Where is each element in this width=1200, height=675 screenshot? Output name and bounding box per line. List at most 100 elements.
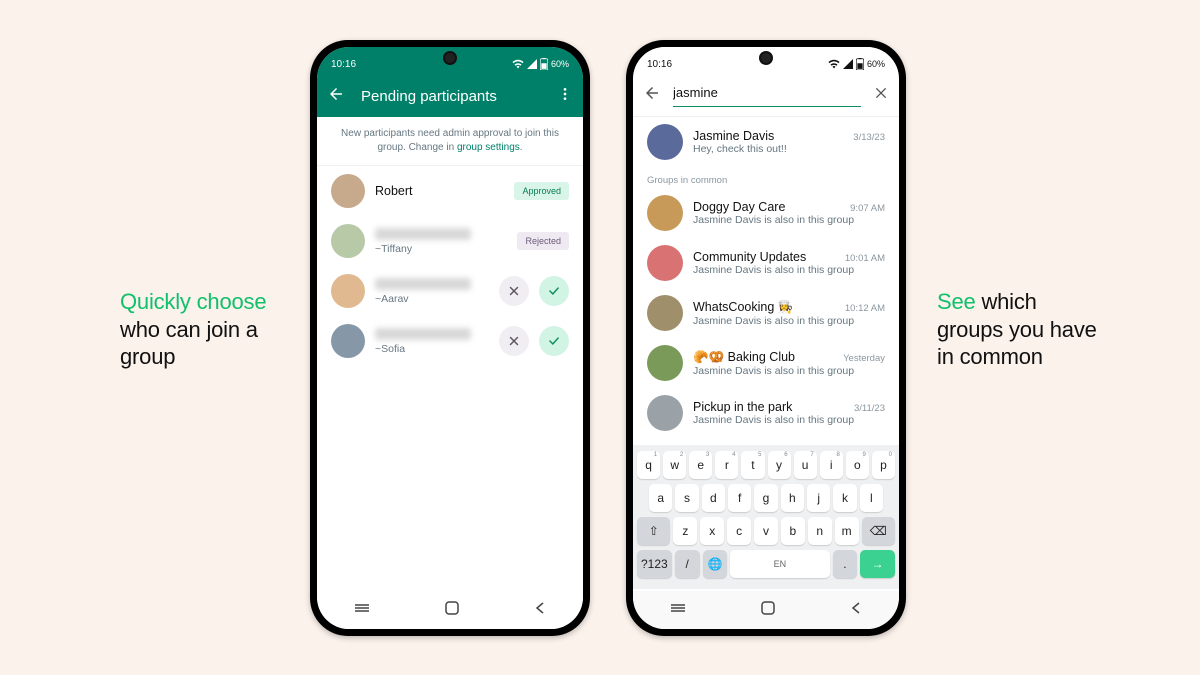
backspace-key[interactable]: ⌫ <box>862 517 895 545</box>
key-n[interactable]: n <box>808 517 832 545</box>
avatar <box>647 345 683 381</box>
home-button[interactable] <box>444 600 460 621</box>
recents-button[interactable] <box>669 601 687 620</box>
slash-key[interactable]: / <box>675 550 700 578</box>
key-s[interactable]: s <box>675 484 698 512</box>
group-result[interactable]: WhatsCooking 👩‍🍳 10:12 AMJasmine Davis is… <box>633 288 899 338</box>
key-c[interactable]: c <box>727 517 751 545</box>
key-m[interactable]: m <box>835 517 859 545</box>
group-name: Pickup in the park <box>693 400 792 414</box>
language-key[interactable]: 🌐 <box>703 550 728 578</box>
key-h[interactable]: h <box>781 484 804 512</box>
key-a[interactable]: a <box>649 484 672 512</box>
shift-key[interactable]: ⇧ <box>637 517 670 545</box>
key-f[interactable]: f <box>728 484 751 512</box>
appbar-title: Pending participants <box>361 88 557 105</box>
key-j[interactable]: j <box>807 484 830 512</box>
battery-icon <box>856 58 864 70</box>
keyboard: q1w2e3r4t5y6u7i8o9p0 asdfghjkl ⇧zxcvbnm⌫ ?1… <box>633 445 899 589</box>
battery-pct: 60% <box>551 59 569 69</box>
key-o[interactable]: o9 <box>846 451 869 479</box>
right-caption: See which groups you have in common <box>937 288 1097 371</box>
participant-row[interactable]: RobertApproved <box>317 166 583 216</box>
signal-icon <box>843 59 853 69</box>
participant-row[interactable]: ~Aarav <box>317 266 583 316</box>
status-icons: 60% <box>512 58 569 70</box>
key-z[interactable]: z <box>673 517 697 545</box>
avatar <box>647 295 683 331</box>
blurred-phone-number <box>375 328 471 340</box>
key-x[interactable]: x <box>700 517 724 545</box>
group-result[interactable]: Pickup in the park3/11/23Jasmine Davis i… <box>633 388 899 438</box>
app-bar: Pending participants <box>317 75 583 117</box>
key-q[interactable]: q1 <box>637 451 660 479</box>
participant-alias: ~Tiffany <box>375 243 507 255</box>
participant-row[interactable]: ~Sofia <box>317 316 583 366</box>
avatar <box>647 195 683 231</box>
back-icon[interactable] <box>327 85 345 108</box>
battery-pct: 60% <box>867 59 885 69</box>
symbols-key[interactable]: ?123 <box>637 550 672 578</box>
key-w[interactable]: w2 <box>663 451 686 479</box>
avatar <box>331 174 365 208</box>
reject-button[interactable] <box>499 276 529 306</box>
clear-search-icon[interactable] <box>873 85 889 106</box>
contact-name: Jasmine Davis <box>693 129 774 143</box>
key-y[interactable]: y6 <box>768 451 791 479</box>
key-g[interactable]: g <box>754 484 777 512</box>
group-subtitle: Jasmine Davis is also in this group <box>693 315 885 327</box>
key-r[interactable]: r4 <box>715 451 738 479</box>
group-time: 9:07 AM <box>850 203 885 214</box>
menu-icon[interactable] <box>557 86 573 107</box>
key-e[interactable]: e3 <box>689 451 712 479</box>
avatar <box>647 245 683 281</box>
key-t[interactable]: t5 <box>741 451 764 479</box>
recents-button[interactable] <box>353 601 371 620</box>
nav-back-button[interactable] <box>849 601 863 620</box>
left-caption-rest: who can join a group <box>120 317 258 370</box>
avatar <box>331 274 365 308</box>
group-result[interactable]: 🥐🥨 Baking ClubYesterdayJasmine Davis is … <box>633 338 899 388</box>
right-caption-accent: See <box>937 289 976 314</box>
participant-alias: ~Aarav <box>375 293 489 305</box>
key-u[interactable]: u7 <box>794 451 817 479</box>
search-back-icon[interactable] <box>643 84 661 107</box>
dot-key[interactable]: . <box>833 550 858 578</box>
phone-search-groups: 10:16 60% Jasm <box>626 40 906 636</box>
group-result[interactable]: Doggy Day Care9:07 AMJasmine Davis is al… <box>633 188 899 238</box>
nav-back-button[interactable] <box>533 601 547 620</box>
key-i[interactable]: i8 <box>820 451 843 479</box>
group-result[interactable]: Community Updates10:01 AMJasmine Davis i… <box>633 238 899 288</box>
participants-list: RobertApproved ~Tiffany Rejected ~Aarav ~Sof… <box>317 166 583 366</box>
camera-hole <box>761 53 771 63</box>
group-name: WhatsCooking 👩‍🍳 <box>693 300 793 315</box>
space-key[interactable]: EN <box>730 550 829 578</box>
home-button[interactable] <box>760 600 776 621</box>
participant-alias: ~Sofia <box>375 343 489 355</box>
wifi-icon <box>512 59 524 69</box>
key-l[interactable]: l <box>860 484 883 512</box>
avatar <box>647 395 683 431</box>
key-k[interactable]: k <box>833 484 856 512</box>
wifi-icon <box>828 59 840 69</box>
approve-button[interactable] <box>539 276 569 306</box>
key-b[interactable]: b <box>781 517 805 545</box>
group-time: 10:12 AM <box>845 303 885 314</box>
phone-pending-participants: 10:16 60% Pending participants New parti… <box>310 40 590 636</box>
contact-result[interactable]: Jasmine Davis 3/13/23 Hey, check this ou… <box>633 117 899 167</box>
key-d[interactable]: d <box>702 484 725 512</box>
blurred-phone-number <box>375 278 471 290</box>
participant-row[interactable]: ~Tiffany Rejected <box>317 216 583 266</box>
status-badge-rejected: Rejected <box>517 232 569 250</box>
enter-key[interactable]: → <box>860 550 895 578</box>
group-settings-link[interactable]: group settings <box>457 142 520 153</box>
android-navbar <box>633 591 899 629</box>
approve-button[interactable] <box>539 326 569 356</box>
avatar <box>331 324 365 358</box>
reject-button[interactable] <box>499 326 529 356</box>
key-p[interactable]: p0 <box>872 451 895 479</box>
status-badge-approved: Approved <box>514 182 569 200</box>
android-navbar <box>317 591 583 629</box>
search-input[interactable] <box>673 85 849 100</box>
key-v[interactable]: v <box>754 517 778 545</box>
